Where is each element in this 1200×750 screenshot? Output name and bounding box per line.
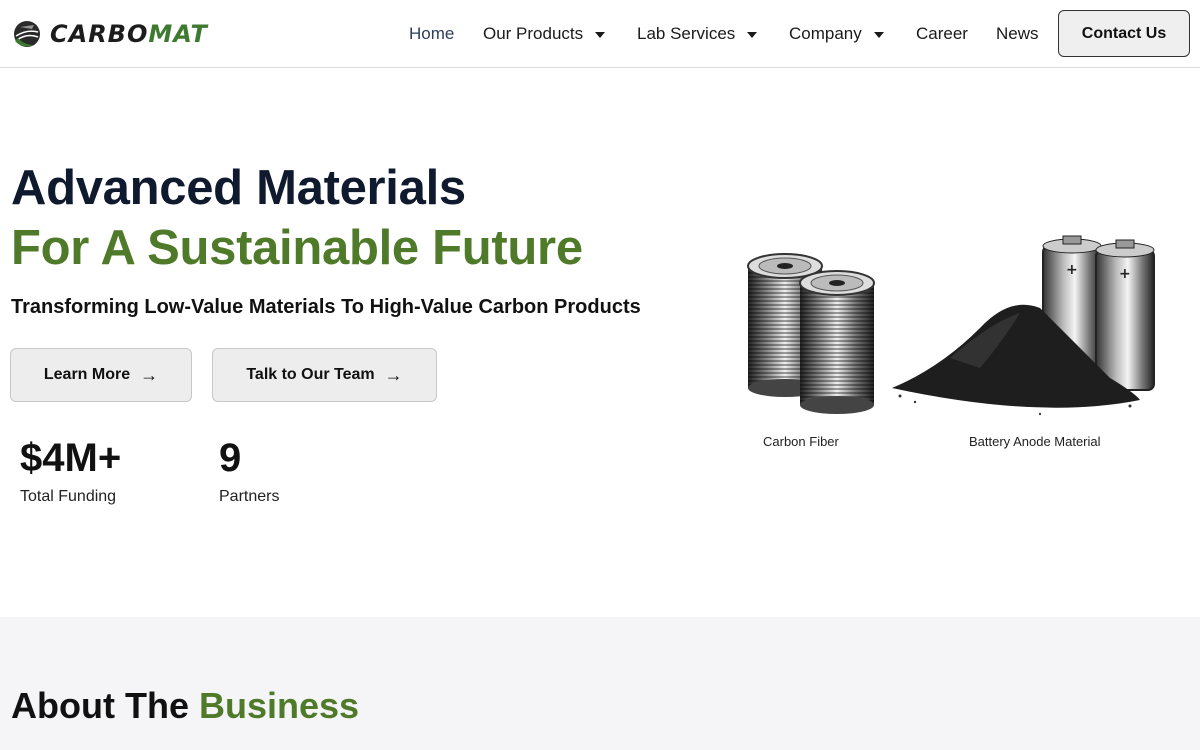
nav-company[interactable]: Company bbox=[789, 24, 884, 44]
carbomat-logo[interactable]: CARBOMAT bbox=[12, 17, 208, 51]
talk-to-team-label: Talk to Our Team bbox=[246, 366, 375, 383]
carbon-fiber-spool-icon bbox=[799, 270, 875, 414]
svg-text:+: + bbox=[1066, 262, 1078, 278]
about-title: About The Business bbox=[11, 685, 360, 726]
contact-us-button[interactable]: Contact Us bbox=[1058, 10, 1190, 57]
arrow-right-icon: → bbox=[140, 364, 159, 385]
caret-down-icon bbox=[595, 32, 606, 38]
about-section: About The Business bbox=[0, 617, 1200, 750]
caret-down-icon bbox=[747, 32, 758, 38]
caret-down-icon bbox=[873, 32, 884, 38]
caption-carbon-fiber: Carbon Fiber bbox=[763, 434, 839, 449]
stat-funding-value: $4M+ bbox=[20, 436, 122, 480]
hero-subtitle: Transforming Low-Value Materials To High… bbox=[11, 296, 641, 318]
hero-title-line2: For A Sustainable Future bbox=[11, 221, 583, 275]
nav-news[interactable]: News bbox=[996, 24, 1039, 44]
globe-logo-icon bbox=[14, 21, 40, 47]
nav-career[interactable]: Career bbox=[916, 24, 968, 44]
nav-home[interactable]: Home bbox=[409, 24, 454, 44]
site-header: CARBOMAT Home Our Products Lab Services … bbox=[0, 0, 1200, 68]
stat-partners-value: 9 bbox=[219, 436, 242, 480]
svg-text:+: + bbox=[1119, 266, 1131, 282]
caption-battery-anode: Battery Anode Material bbox=[969, 434, 1101, 449]
learn-more-button[interactable]: Learn More → bbox=[10, 348, 192, 402]
stat-funding-label: Total Funding bbox=[20, 488, 117, 505]
hero-title-line1: Advanced Materials bbox=[11, 161, 466, 215]
stat-partners-label: Partners bbox=[219, 488, 280, 505]
talk-to-team-button[interactable]: Talk to Our Team → bbox=[212, 348, 437, 402]
materials-illustration: + + bbox=[747, 235, 1155, 416]
brand-name: CARBOMAT bbox=[50, 20, 208, 48]
battery-icon: + bbox=[1095, 239, 1155, 391]
nav-our-products[interactable]: Our Products bbox=[483, 24, 606, 44]
learn-more-label: Learn More bbox=[43, 366, 131, 383]
arrow-right-icon: → bbox=[384, 364, 403, 385]
nav-lab-services[interactable]: Lab Services bbox=[637, 24, 758, 44]
